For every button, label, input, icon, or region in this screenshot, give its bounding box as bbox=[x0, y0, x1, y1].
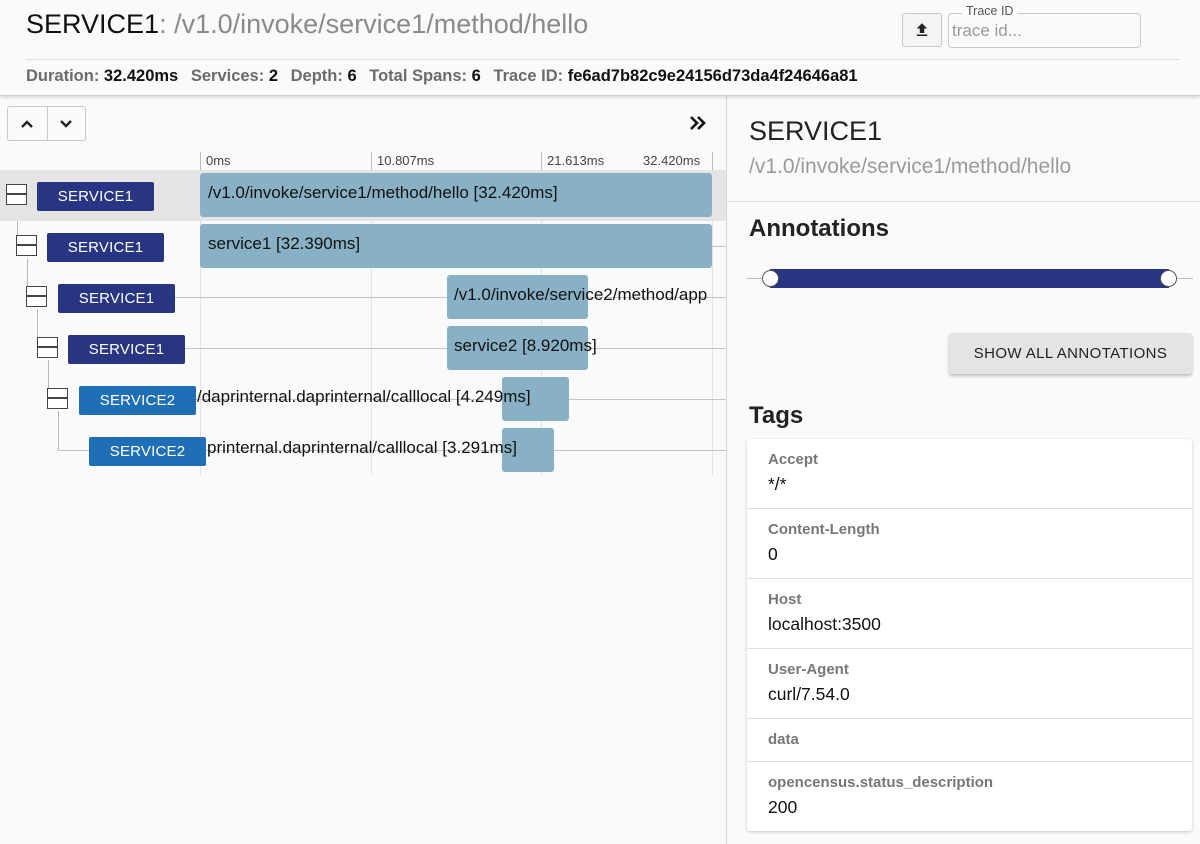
span-label: /v1.0/invoke/service1/method/hello [32.4… bbox=[208, 183, 558, 202]
span-row[interactable]: SERVICE2 /daprinternal.daprinternal/call… bbox=[0, 374, 726, 425]
annotation-slider-range[interactable] bbox=[770, 269, 1169, 288]
span-row[interactable]: SERVICE1 /v1.0/invoke/service1/method/he… bbox=[0, 170, 726, 221]
detail-divider bbox=[727, 201, 1200, 202]
tag-row: Accept */* bbox=[747, 439, 1192, 509]
tags-heading: Tags bbox=[749, 402, 804, 429]
span-label: service1 [32.390ms] bbox=[208, 234, 361, 253]
tag-row: Host localhost:3500 bbox=[747, 579, 1192, 649]
tag-value: 0 bbox=[768, 544, 778, 564]
trace-id-input[interactable] bbox=[952, 20, 1132, 42]
tag-row: User-Agent curl/7.54.0 bbox=[747, 649, 1192, 719]
title-separator: : bbox=[159, 9, 167, 39]
tag-row: data bbox=[747, 719, 1192, 762]
service-chip: SERVICE1 bbox=[47, 233, 164, 262]
annotations-heading: Annotations bbox=[749, 215, 889, 242]
span-row[interactable]: SERVICE2 printernal.daprinternal/callloc… bbox=[0, 425, 726, 476]
traceid-value: fe6ad7b82c9e24156d73da4f24646a81 bbox=[567, 67, 858, 85]
service-chip: SERVICE2 bbox=[79, 386, 196, 415]
depth-value: 6 bbox=[347, 67, 357, 85]
collapse-toggle[interactable] bbox=[6, 184, 27, 205]
service-chip: SERVICE1 bbox=[58, 284, 175, 313]
traceid-label: Trace ID: bbox=[493, 67, 564, 85]
tick-label: 0ms bbox=[200, 152, 231, 170]
spans-label: Total Spans: bbox=[369, 67, 468, 85]
span-nav-buttons bbox=[7, 106, 86, 141]
expand-detail-button[interactable] bbox=[686, 111, 710, 135]
upload-icon bbox=[916, 23, 928, 36]
span-row[interactable]: SERVICE1 service2 [8.920ms] bbox=[0, 323, 726, 374]
chevron-up-icon bbox=[21, 119, 34, 128]
tag-key: Accept bbox=[768, 451, 819, 468]
tag-key: User-Agent bbox=[768, 661, 849, 678]
service-chip: SERVICE2 bbox=[89, 437, 206, 466]
trace-id-legend: Trace ID bbox=[962, 4, 1018, 18]
duration-label: Duration: bbox=[26, 67, 100, 85]
tag-row: Content-Length 0 bbox=[747, 509, 1192, 579]
collapse-toggle[interactable] bbox=[16, 235, 37, 256]
detail-path: /v1.0/invoke/service1/method/hello bbox=[749, 155, 1072, 178]
title-service: SERVICE1 bbox=[26, 9, 160, 39]
detail-service: SERVICE1 bbox=[749, 116, 883, 146]
previous-span-button[interactable] bbox=[8, 107, 47, 140]
collapse-toggle[interactable] bbox=[37, 337, 58, 358]
trace-timeline: 0ms 10.807ms 21.613ms 32.420ms SERVICE1 … bbox=[0, 96, 726, 844]
annotation-slider-start-handle[interactable] bbox=[762, 270, 779, 287]
trace-stats: Duration: 32.420ms Services: 2 Depth: 6 … bbox=[26, 67, 866, 86]
tick-label: 10.807ms bbox=[371, 152, 434, 170]
next-span-button[interactable] bbox=[46, 107, 86, 140]
tick-mark bbox=[712, 152, 713, 170]
tag-key: Content-Length bbox=[768, 521, 880, 538]
page-title: SERVICE1: /v1.0/invoke/service1/method/h… bbox=[26, 9, 588, 40]
services-label: Services: bbox=[190, 67, 265, 85]
tag-value: localhost:3500 bbox=[768, 614, 881, 634]
tag-key: data bbox=[768, 731, 799, 748]
tick-label: 21.613ms bbox=[541, 152, 604, 170]
tag-key: opencensus.status_description bbox=[768, 774, 994, 791]
collapse-toggle[interactable] bbox=[47, 388, 68, 409]
chevron-down-icon bbox=[60, 119, 73, 128]
title-path: /v1.0/invoke/service1/method/hello bbox=[174, 9, 589, 39]
tag-row: opencensus.status_description 200 bbox=[747, 762, 1192, 831]
span-row[interactable]: SERVICE1 /v1.0/invoke/service2/method/ap… bbox=[0, 272, 726, 323]
spans-value: 6 bbox=[471, 67, 481, 85]
tag-key: Host bbox=[768, 591, 802, 608]
span-label: printernal.daprinternal/calllocal [3.291… bbox=[207, 438, 517, 457]
annotation-slider-end-handle[interactable] bbox=[1160, 270, 1177, 287]
double-chevron-right-icon bbox=[690, 116, 706, 130]
depth-label: Depth: bbox=[290, 67, 343, 85]
show-all-annotations-button[interactable]: SHOW ALL ANNOTATIONS bbox=[949, 333, 1192, 374]
tags-card: Accept */* Content-Length 0 Host localho… bbox=[747, 439, 1192, 831]
tick-label: 32.420ms bbox=[643, 153, 701, 168]
service-chip: SERVICE1 bbox=[37, 182, 154, 211]
collapse-toggle[interactable] bbox=[26, 286, 47, 307]
duration-value: 32.420ms bbox=[103, 67, 179, 85]
span-row[interactable]: SERVICE1 service1 [32.390ms] bbox=[0, 221, 726, 272]
trace-header: SERVICE1: /v1.0/invoke/service1/method/h… bbox=[0, 0, 1200, 96]
tag-value: */* bbox=[768, 474, 787, 494]
service-chip: SERVICE1 bbox=[68, 335, 185, 364]
span-label: /daprinternal.daprinternal/calllocal [4.… bbox=[197, 387, 531, 406]
services-value: 2 bbox=[268, 67, 279, 85]
tag-value: 200 bbox=[768, 797, 798, 817]
span-label: /v1.0/invoke/service2/method/app bbox=[454, 285, 708, 304]
span-label: service2 [8.920ms] bbox=[454, 336, 597, 355]
header-divider bbox=[26, 59, 1180, 60]
span-detail-panel: SERVICE1 /v1.0/invoke/service1/method/he… bbox=[726, 96, 1200, 844]
tag-value: curl/7.54.0 bbox=[768, 684, 850, 704]
time-axis: 0ms 10.807ms 21.613ms 32.420ms bbox=[0, 152, 726, 170]
upload-button[interactable] bbox=[902, 13, 942, 47]
